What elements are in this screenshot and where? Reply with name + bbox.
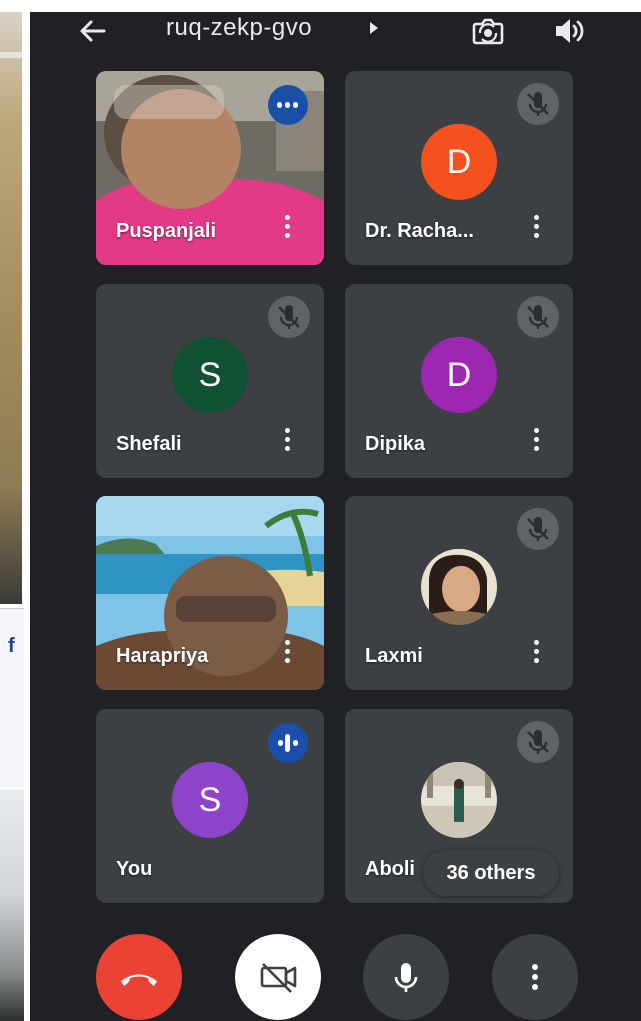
more-vertical-icon[interactable] xyxy=(282,428,292,456)
mic-off-icon xyxy=(517,83,559,125)
more-vertical-icon[interactable] xyxy=(531,428,541,456)
participant-tile-puspanjali[interactable]: Puspanjali xyxy=(96,71,324,265)
arrow-left-icon[interactable] xyxy=(76,14,110,48)
avatar: D xyxy=(421,336,497,413)
mic-off-icon xyxy=(268,296,310,338)
avatar: D xyxy=(421,123,497,200)
meeting-code[interactable]: ruq-zekp-gvo xyxy=(166,14,312,42)
speaker-icon[interactable] xyxy=(552,16,586,46)
participant-name: Puspanjali xyxy=(116,220,217,242)
more-options-button[interactable] xyxy=(492,934,578,1020)
more-vertical-icon[interactable] xyxy=(282,215,292,243)
participant-tile-harapriya[interactable]: Harapriya xyxy=(96,496,324,690)
avatar xyxy=(421,548,497,625)
participant-tile-laxmi[interactable]: Laxmi xyxy=(345,496,573,690)
more-vertical-icon[interactable] xyxy=(282,640,292,668)
participant-name: Dipika xyxy=(365,433,426,455)
participant-tile-dipika[interactable]: D Dipika xyxy=(345,284,573,478)
participant-name: Laxmi xyxy=(365,645,423,667)
meeting-info-arrow-icon[interactable] xyxy=(370,22,378,34)
background-photo xyxy=(0,790,24,1021)
mic-off-icon xyxy=(517,721,559,763)
audio-level-icon xyxy=(268,85,308,125)
participant-name: Harapriya xyxy=(116,645,209,667)
more-vertical-icon xyxy=(532,964,538,990)
mic-icon xyxy=(394,963,418,992)
others-count-button[interactable]: 36 others xyxy=(423,850,559,896)
avatar: S xyxy=(172,761,248,838)
top-bar: ruq-zekp-gvo xyxy=(30,12,641,52)
participant-name: Dr. Racha... xyxy=(365,220,474,242)
background-room-image xyxy=(0,12,22,604)
avatar: S xyxy=(172,336,248,413)
background-slide-fragment: f xyxy=(0,608,24,787)
more-vertical-icon[interactable] xyxy=(531,215,541,243)
switch-camera-icon[interactable] xyxy=(470,14,506,48)
meet-call-screen: ruq-zekp-gvo Puspanjali D Dr. Racha... S… xyxy=(30,12,641,1021)
participant-tile-dr-racha[interactable]: D Dr. Racha... xyxy=(345,71,573,265)
participant-name: Aboli xyxy=(365,858,415,880)
camera-toggle-button[interactable] xyxy=(235,934,321,1020)
audio-level-icon xyxy=(268,723,308,763)
more-vertical-icon[interactable] xyxy=(531,640,541,668)
background-strip: f xyxy=(0,0,30,1021)
participant-tile-you[interactable]: S You xyxy=(96,709,324,903)
participant-tile-shefali[interactable]: S Shefali xyxy=(96,284,324,478)
participant-name: Shefali xyxy=(116,433,182,455)
mic-toggle-button[interactable] xyxy=(363,934,449,1020)
phone-hangup-icon xyxy=(121,974,157,986)
hang-up-button[interactable] xyxy=(96,934,182,1020)
participant-name: You xyxy=(116,858,153,880)
slide-text-fragment: f xyxy=(8,635,15,657)
mic-off-icon xyxy=(517,508,559,550)
videocam-off-icon xyxy=(260,963,297,993)
mic-off-icon xyxy=(517,296,559,338)
avatar xyxy=(421,761,497,838)
